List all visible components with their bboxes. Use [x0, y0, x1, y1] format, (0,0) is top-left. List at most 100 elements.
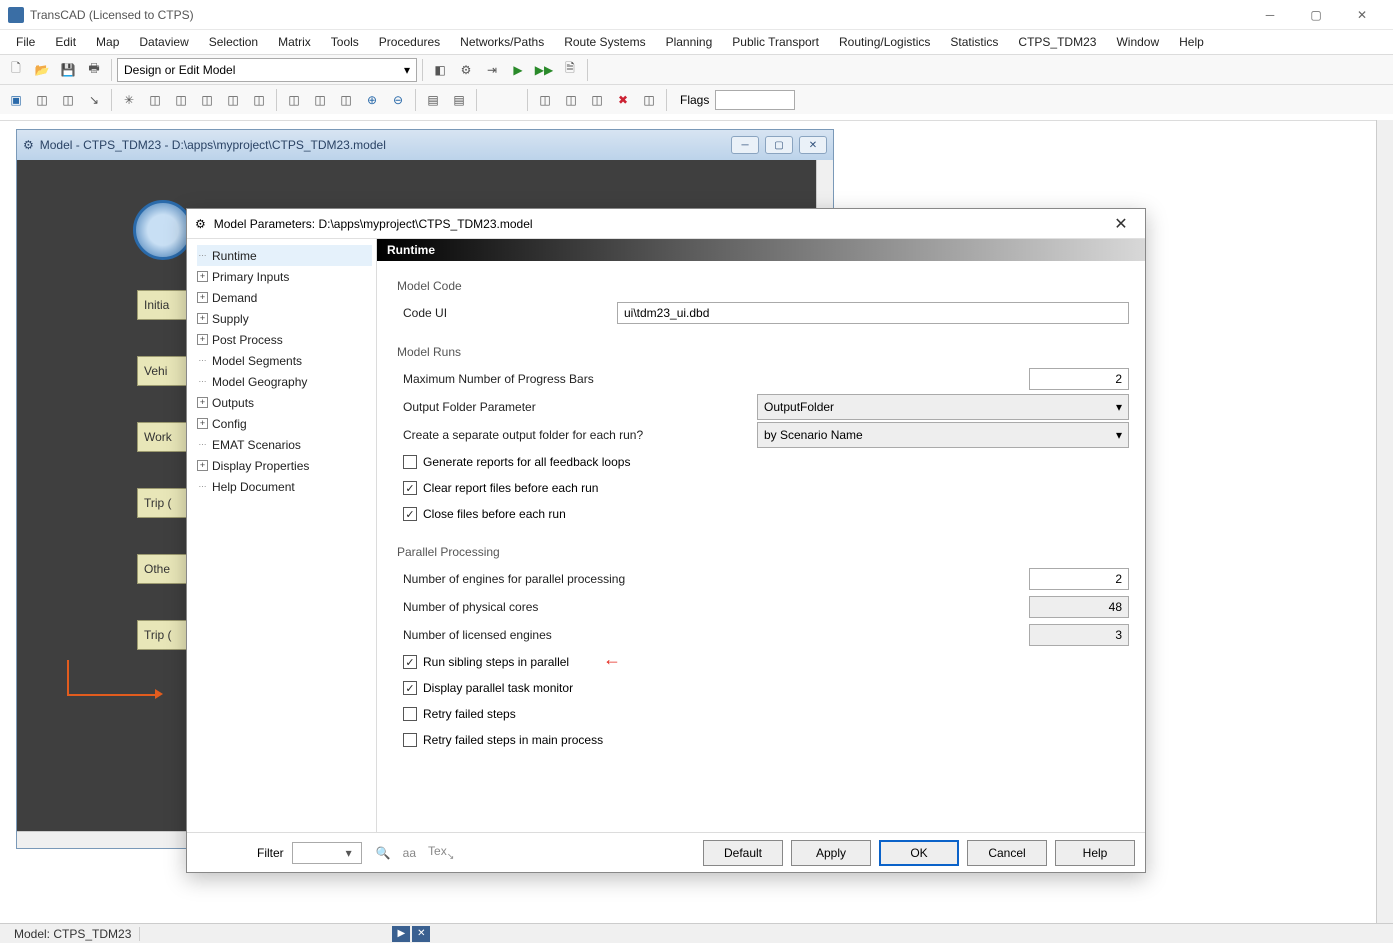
menu-edit[interactable]: Edit [45, 32, 86, 52]
tree-item[interactable]: +Supply [197, 308, 372, 329]
tool-icon-16[interactable]: ◫ [585, 88, 609, 112]
menu-networks[interactable]: Networks/Paths [450, 32, 554, 52]
fast-forward-icon[interactable]: ▶▶ [532, 58, 556, 82]
chevron-down-icon[interactable]: ▾ [346, 846, 352, 860]
ok-button[interactable]: OK [879, 840, 959, 866]
tool-icon-13[interactable]: ▤ [447, 88, 471, 112]
retry-checkbox[interactable] [403, 707, 417, 721]
default-button[interactable]: Default [703, 840, 783, 866]
tool-icon-5[interactable]: ◫ [169, 88, 193, 112]
mdi-close-button[interactable]: ✕ [799, 136, 827, 154]
help-button[interactable]: Help [1055, 840, 1135, 866]
apply-button[interactable]: Apply [791, 840, 871, 866]
gear-icon[interactable]: ⚙ [454, 58, 478, 82]
case-icon[interactable]: aa [403, 846, 416, 860]
tree-item[interactable]: +Demand [197, 287, 372, 308]
out-folder-select[interactable]: OutputFolder▾ [757, 394, 1129, 420]
maximize-button[interactable]: ▢ [1293, 0, 1339, 30]
model-window-titlebar[interactable]: ⚙ Model - CTPS_TDM23 - D:\apps\myproject… [17, 130, 833, 160]
tree-item[interactable]: +Post Process [197, 329, 372, 350]
tree-item[interactable]: +Primary Inputs [197, 266, 372, 287]
close-button[interactable]: ✕ [1339, 0, 1385, 30]
select-rect-icon[interactable]: ▣ [4, 88, 28, 112]
menu-map[interactable]: Map [86, 32, 129, 52]
expand-icon[interactable]: + [197, 334, 208, 345]
menu-file[interactable]: File [6, 32, 45, 52]
tool-icon-3[interactable]: ↘ [82, 88, 106, 112]
zoom-in-icon[interactable]: ⊕ [360, 88, 384, 112]
menu-help[interactable]: Help [1169, 32, 1214, 52]
expand-icon[interactable]: + [197, 397, 208, 408]
status-play-icon[interactable]: ▶ [392, 926, 410, 942]
retry-main-checkbox[interactable] [403, 733, 417, 747]
expand-icon[interactable]: + [197, 271, 208, 282]
search-icon[interactable]: 🔍 [376, 846, 391, 860]
monitor-checkbox[interactable]: ✓ [403, 681, 417, 695]
save-icon[interactable]: 💾 [56, 58, 80, 82]
menu-routing[interactable]: Routing/Logistics [829, 32, 940, 52]
menu-matrix[interactable]: Matrix [268, 32, 321, 52]
tree-item[interactable]: Model Geography [197, 371, 372, 392]
play-icon[interactable]: ▶ [506, 58, 530, 82]
tool-icon-11[interactable]: ◫ [334, 88, 358, 112]
workspace-scrollbar[interactable] [1376, 120, 1393, 923]
menu-dataview[interactable]: Dataview [129, 32, 198, 52]
open-icon[interactable]: 📂 [30, 58, 54, 82]
expand-icon[interactable]: + [197, 292, 208, 303]
tree-item[interactable]: Model Segments [197, 350, 372, 371]
close-checkbox[interactable]: ✓ [403, 507, 417, 521]
tool-icon-6[interactable]: ◫ [195, 88, 219, 112]
expand-icon[interactable]: + [197, 460, 208, 471]
tool-icon-15[interactable]: ◫ [559, 88, 583, 112]
menu-ctps[interactable]: CTPS_TDM23 [1008, 32, 1106, 52]
flags-input[interactable] [715, 90, 795, 110]
gear2-icon[interactable]: ✳ [117, 88, 141, 112]
new-icon[interactable]: 🗋 [4, 58, 28, 82]
model-mode-combo[interactable]: Design or Edit Model ▾ [117, 58, 417, 82]
menu-planning[interactable]: Planning [656, 32, 723, 52]
status-close-icon[interactable]: ✕ [412, 926, 430, 942]
tool-icon-9[interactable]: ◫ [282, 88, 306, 112]
menu-selection[interactable]: Selection [199, 32, 268, 52]
toolbar-icon-c[interactable]: 🗎 [558, 58, 582, 82]
menu-tools[interactable]: Tools [321, 32, 369, 52]
tool-icon-12[interactable]: ▤ [421, 88, 445, 112]
sep-folder-select[interactable]: by Scenario Name▾ [757, 422, 1129, 448]
tool-icon-7[interactable]: ◫ [221, 88, 245, 112]
dialog-close-button[interactable]: ✕ [1105, 212, 1137, 236]
tool-icon-14[interactable]: ◫ [533, 88, 557, 112]
toolbar-icon-a[interactable]: ◧ [428, 58, 452, 82]
dialog-titlebar[interactable]: ⚙ Model Parameters: D:\apps\myproject\CT… [187, 209, 1145, 239]
tree-item[interactable]: +Display Properties [197, 455, 372, 476]
expand-icon[interactable]: + [197, 313, 208, 324]
toolbar-icon-b[interactable]: ⇥ [480, 58, 504, 82]
tool-icon-18[interactable]: ◫ [637, 88, 661, 112]
menu-public-transport[interactable]: Public Transport [722, 32, 829, 52]
tool-icon-2[interactable]: ◫ [56, 88, 80, 112]
cancel-button[interactable]: Cancel [967, 840, 1047, 866]
mdi-maximize-button[interactable]: ▢ [765, 136, 793, 154]
print-icon[interactable]: 🖶 [82, 58, 106, 82]
max-bars-input[interactable] [1029, 368, 1129, 390]
menu-statistics[interactable]: Statistics [940, 32, 1008, 52]
minimize-button[interactable]: ─ [1247, 0, 1293, 30]
mdi-minimize-button[interactable]: ─ [731, 136, 759, 154]
zoom-out-icon[interactable]: ⊖ [386, 88, 410, 112]
expand-icon[interactable]: + [197, 418, 208, 429]
tree-item[interactable]: +Config [197, 413, 372, 434]
menu-procedures[interactable]: Procedures [369, 32, 450, 52]
sibling-checkbox[interactable]: ✓ [403, 655, 417, 669]
menu-window[interactable]: Window [1106, 32, 1169, 52]
tex-icon[interactable]: Tex↘ [428, 844, 454, 862]
tool-icon-17[interactable]: ✖ [611, 88, 635, 112]
tree-item[interactable]: Help Document [197, 476, 372, 497]
tree-item[interactable]: +Outputs [197, 392, 372, 413]
tool-icon-10[interactable]: ◫ [308, 88, 332, 112]
tool-icon-1[interactable]: ◫ [30, 88, 54, 112]
menu-route-systems[interactable]: Route Systems [554, 32, 655, 52]
engines-input[interactable] [1029, 568, 1129, 590]
tool-icon-4[interactable]: ◫ [143, 88, 167, 112]
tool-icon-8[interactable]: ◫ [247, 88, 271, 112]
clear-checkbox[interactable]: ✓ [403, 481, 417, 495]
tree-item[interactable]: Runtime [197, 245, 372, 266]
